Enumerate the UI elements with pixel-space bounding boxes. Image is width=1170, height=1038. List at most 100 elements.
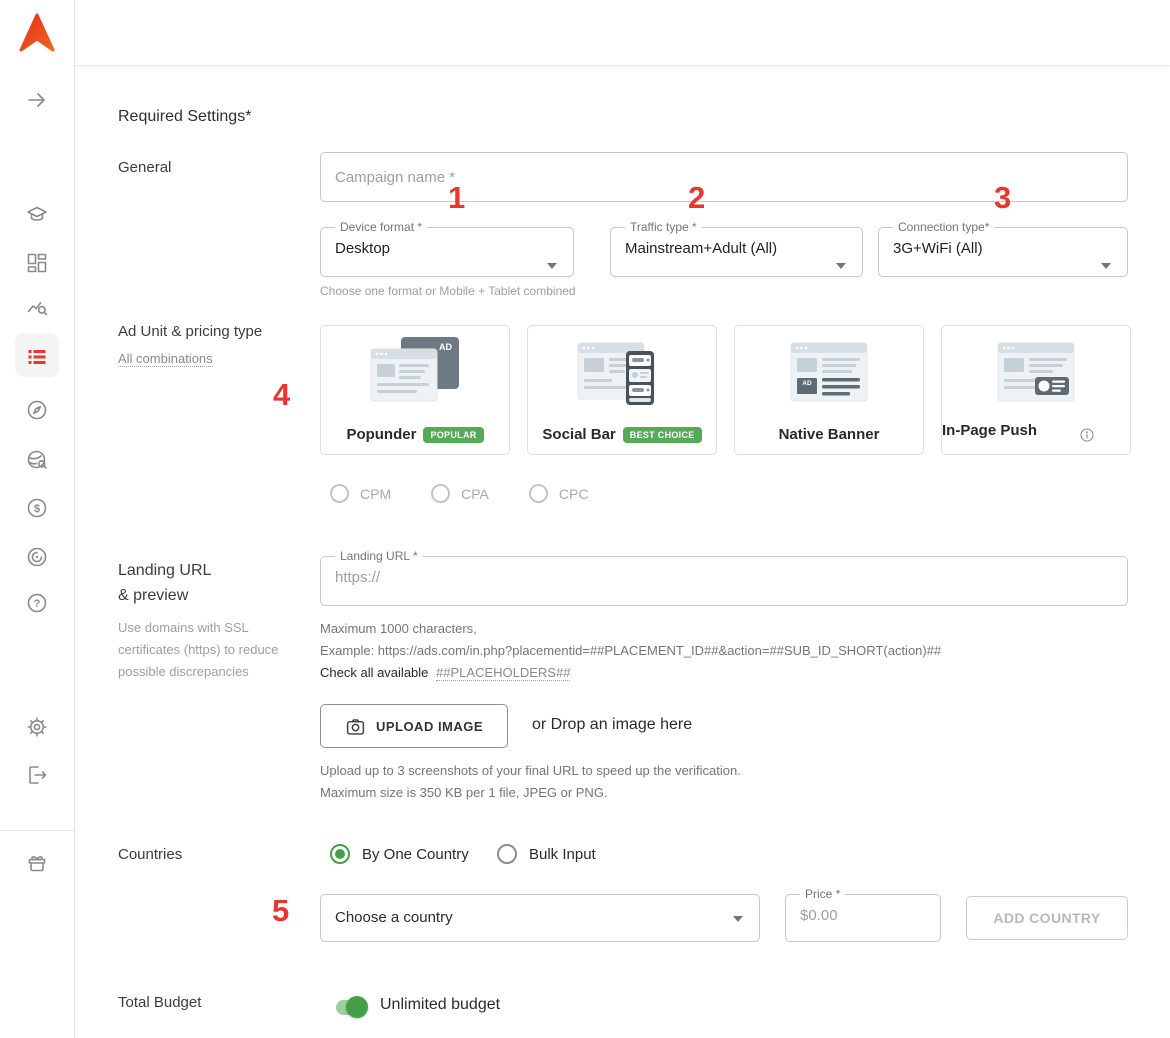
compass-icon <box>25 398 49 422</box>
ssl-note-line2: certificates (https) to reduce <box>118 642 278 657</box>
sidebar: $ ? <box>0 0 75 1038</box>
connection-type-value: 3G+WiFi (All) <box>889 235 1117 257</box>
adsterra-logo[interactable] <box>17 12 57 54</box>
by-one-country-radio[interactable] <box>330 844 350 864</box>
svg-text:AD: AD <box>439 342 452 352</box>
sidebar-divider <box>0 830 75 831</box>
device-format-value: Desktop <box>331 235 563 257</box>
upload-image-button[interactable]: UPLOAD IMAGE <box>320 704 508 748</box>
cpm-radio[interactable] <box>330 484 349 503</box>
ad-unit-name: Social Bar <box>542 426 615 443</box>
info-icon[interactable] <box>1079 427 1095 443</box>
unlimited-budget-toggle[interactable] <box>346 996 368 1018</box>
drop-image-text: or Drop an image here <box>532 716 692 734</box>
placeholders-link[interactable]: ##PLACEHOLDERS## <box>436 665 570 681</box>
best-choice-badge: BEST CHOICE <box>623 427 702 443</box>
device-format-select[interactable]: Device format * Desktop <box>320 219 574 277</box>
unlimited-budget-label: Unlimited budget <box>380 996 500 1014</box>
pricing-option-cpm[interactable]: CPM <box>330 484 391 503</box>
ssl-note-line1: Use domains with SSL <box>118 620 249 635</box>
sidebar-item-collapse[interactable] <box>25 88 49 112</box>
collapse-arrow-icon <box>25 88 49 112</box>
pricing-option-cpc[interactable]: CPC <box>529 484 589 503</box>
traffic-type-value: Mainstream+Adult (All) <box>621 235 852 257</box>
country-select-value: Choose a country <box>335 909 453 926</box>
traffic-type-select[interactable]: Traffic type * Mainstream+Adult (All) <box>610 219 863 277</box>
chevron-down-icon <box>836 263 846 269</box>
landing-url-field: Landing URL * <box>320 548 1128 606</box>
step-4-marker: 4 <box>273 377 290 413</box>
step-3-marker: 3 <box>994 180 1011 216</box>
chevron-down-icon <box>733 916 743 922</box>
bulk-input-radio[interactable] <box>497 844 517 864</box>
connection-type-select[interactable]: Connection type* 3G+WiFi (All) <box>878 219 1128 277</box>
popunder-illustration-icon: AD <box>359 335 471 413</box>
landing-helper-2: Example: https://ads.com/in.php?placemen… <box>320 643 941 658</box>
add-country-button[interactable]: ADD COUNTRY <box>966 896 1128 940</box>
landing-url-label: Landing URL * <box>340 549 418 563</box>
upload-helper-2: Maximum size is 350 KB per 1 file, JPEG … <box>320 785 608 800</box>
sidebar-item-goals[interactable] <box>25 545 49 569</box>
sidebar-item-rewards[interactable] <box>25 850 49 874</box>
by-one-country-option[interactable]: By One Country <box>330 844 469 864</box>
upload-helper-1: Upload up to 3 screenshots of your final… <box>320 763 741 778</box>
all-combinations-link[interactable]: All combinations <box>118 351 213 366</box>
country-select[interactable]: Choose a country <box>320 894 760 942</box>
pricing-type-group: CPM CPA CPC <box>330 484 588 503</box>
campaign-list-icon <box>25 345 49 369</box>
ad-unit-label: Ad Unit & pricing type <box>118 323 262 340</box>
chart-search-icon <box>25 296 49 320</box>
sidebar-item-logout[interactable] <box>25 763 49 787</box>
check-available-text: Check all available <box>320 665 428 680</box>
device-format-label: Device format * <box>340 220 422 234</box>
social-bar-illustration-icon <box>566 335 678 413</box>
sidebar-item-tracking[interactable] <box>25 398 49 422</box>
sidebar-item-campaigns[interactable] <box>25 345 49 369</box>
ad-unit-card-native-banner[interactable]: AD Native Banner <box>734 325 924 455</box>
svg-text:AD: AD <box>802 380 812 387</box>
adsterra-logo-icon <box>17 12 57 54</box>
required-settings-title: Required Settings* <box>118 108 251 126</box>
ad-unit-name: Popunder <box>346 426 416 443</box>
gift-icon <box>25 850 49 874</box>
sidebar-item-academy[interactable] <box>25 203 49 227</box>
countries-label: Countries <box>118 846 182 863</box>
price-label: Price * <box>805 887 840 901</box>
ad-unit-name: Native Banner <box>779 426 880 443</box>
graduation-cap-icon <box>25 203 49 227</box>
connection-type-label: Connection type* <box>898 220 989 234</box>
help-icon: ? <box>25 591 49 615</box>
app-header <box>0 0 1170 66</box>
sidebar-item-offers[interactable] <box>25 448 49 472</box>
ad-unit-card-social-bar[interactable]: Social Bar BEST CHOICE <box>527 325 717 455</box>
svg-text:$: $ <box>34 503 40 515</box>
device-format-helper: Choose one format or Mobile + Tablet com… <box>320 284 576 298</box>
sidebar-item-help[interactable]: ? <box>25 591 49 615</box>
sidebar-item-statistics[interactable] <box>25 296 49 320</box>
pricing-option-cpa[interactable]: CPA <box>431 484 489 503</box>
cpa-radio[interactable] <box>431 484 450 503</box>
landing-helper-1: Maximum 1000 characters, <box>320 621 477 636</box>
globe-search-icon <box>25 448 49 472</box>
sidebar-item-finance[interactable]: $ <box>25 496 49 520</box>
step-1-marker: 1 <box>448 180 465 216</box>
landing-label-line1: Landing URL <box>118 562 211 580</box>
sidebar-item-settings[interactable] <box>25 715 49 739</box>
bulk-input-option[interactable]: Bulk Input <box>497 844 596 864</box>
traffic-type-label: Traffic type * <box>630 220 697 234</box>
dollar-circle-icon: $ <box>25 496 49 520</box>
chevron-down-icon <box>1101 263 1111 269</box>
price-field: Price * <box>785 886 941 942</box>
landing-url-input[interactable] <box>331 564 1117 586</box>
landing-label-line2: & preview <box>118 587 188 605</box>
popular-badge: POPULAR <box>423 427 483 443</box>
ad-unit-card-in-page-push[interactable]: In-Page Push <box>941 325 1131 455</box>
dashboard-icon <box>25 251 49 275</box>
cpc-radio[interactable] <box>529 484 548 503</box>
logout-icon <box>25 763 49 787</box>
ad-unit-card-popunder[interactable]: AD Popunder POPULAR <box>320 325 510 455</box>
svg-text:?: ? <box>34 598 41 610</box>
sidebar-item-dashboard[interactable] <box>25 251 49 275</box>
price-input[interactable] <box>796 902 930 924</box>
step-2-marker: 2 <box>688 180 705 216</box>
